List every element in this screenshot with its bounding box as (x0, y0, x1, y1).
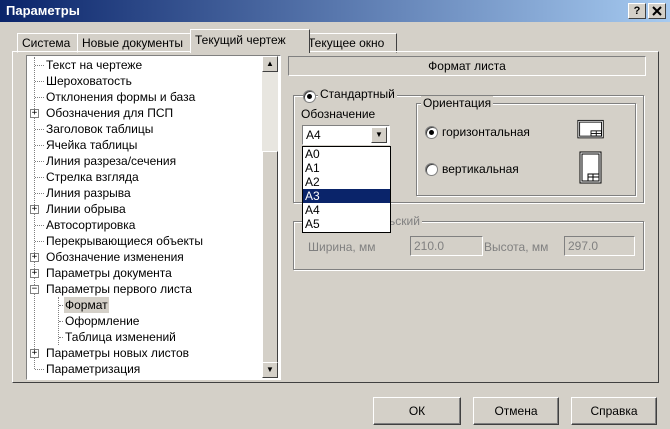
tree-item[interactable]: Автосортировка (46, 217, 135, 233)
scroll-down-arrow-icon[interactable]: ▼ (262, 362, 278, 378)
width-label: Ширина, мм (308, 240, 376, 254)
tree-item[interactable]: Текст на чертеже (46, 57, 142, 73)
tree-item[interactable]: Обозначения для ПСП (46, 105, 173, 121)
tree-item[interactable]: Линия разреза/сечения (46, 153, 176, 169)
tree-item[interactable]: Линия разрыва (46, 185, 131, 201)
tree-line (59, 337, 63, 338)
tree-item[interactable]: Параметризация (46, 361, 140, 377)
tree-line (35, 81, 44, 82)
tree-line (35, 177, 44, 178)
tree-line (35, 145, 44, 146)
landscape-sheet-icon (577, 116, 605, 147)
tree-item[interactable]: Линии обрыва (46, 201, 126, 217)
tree-item-selected[interactable]: Формат (64, 297, 109, 313)
collapse-minus-icon[interactable]: − (30, 285, 39, 294)
tree-item[interactable]: Стрелка взгляда (46, 169, 139, 185)
tree-line (59, 305, 63, 306)
standard-radio[interactable] (303, 90, 316, 103)
panel-header: Формат листа (288, 56, 646, 76)
tree-item[interactable]: Оформление (65, 313, 139, 329)
tab-current-window[interactable]: Текущее окно (303, 33, 397, 53)
tree-item[interactable]: Параметры документа (46, 265, 172, 281)
dropdown-option[interactable]: А0 (303, 147, 390, 161)
width-field[interactable]: 210.0 (410, 236, 483, 256)
cancel-button[interactable]: Отмена (473, 397, 559, 425)
designation-label: Обозначение (301, 107, 376, 121)
tree-item[interactable]: Перекрывающиеся объекты (46, 233, 203, 249)
height-field[interactable]: 297.0 (564, 236, 635, 256)
dropdown-option[interactable]: А5 (303, 217, 390, 231)
tree-line (35, 193, 44, 194)
close-button[interactable] (648, 3, 666, 19)
tab-system[interactable]: Система (17, 33, 84, 53)
dropdown-option[interactable]: А2 (303, 175, 390, 189)
designation-value: А4 (306, 128, 321, 142)
tab-current-drawing[interactable]: Текущий чертеж (190, 29, 310, 53)
tree-item[interactable]: Шероховатость (46, 73, 132, 89)
tree-item[interactable]: Отклонения формы и база (46, 89, 195, 105)
expand-plus-icon[interactable]: + (30, 253, 39, 262)
scrollbar-thumb[interactable] (262, 151, 278, 363)
tree-line (35, 241, 44, 242)
tree-item[interactable]: Параметры первого листа (46, 281, 192, 297)
dropdown-option[interactable]: А1 (303, 161, 390, 175)
height-label: Высота, мм (484, 240, 549, 254)
chevron-down-icon[interactable]: ▼ (371, 127, 387, 143)
tree-item[interactable]: Ячейка таблицы (46, 137, 137, 153)
title-bar[interactable] (0, 0, 670, 22)
tree-line (35, 97, 44, 98)
vertical-radio[interactable] (425, 163, 438, 176)
dropdown-option-highlighted[interactable]: А3 (303, 189, 390, 203)
tab-new-documents[interactable]: Новые документы (77, 33, 198, 53)
ok-button[interactable]: ОК (373, 397, 461, 425)
portrait-sheet-icon (578, 151, 604, 188)
help-button[interactable]: Справка (571, 397, 657, 425)
tree-line (35, 225, 44, 226)
horizontal-radio[interactable] (425, 126, 438, 139)
expand-plus-icon[interactable]: + (30, 349, 39, 358)
tree-item[interactable]: Таблица изменений (65, 329, 176, 345)
tree-line (35, 129, 44, 130)
close-icon (652, 6, 662, 16)
window-title: Параметры (6, 3, 80, 18)
orientation-title: Ориентация (421, 96, 494, 110)
help-title-button[interactable]: ? (628, 3, 646, 19)
expand-plus-icon[interactable]: + (30, 205, 39, 214)
designation-select[interactable]: А4 ▼ (302, 125, 390, 145)
tree-line (35, 369, 44, 370)
scroll-up-arrow-icon[interactable]: ▲ (262, 56, 278, 72)
tree-line (35, 65, 44, 66)
tree-line (59, 321, 63, 322)
tree-line (35, 161, 44, 162)
expand-plus-icon[interactable]: + (30, 109, 39, 118)
tree-item[interactable]: Обозначение изменения (46, 249, 184, 265)
tree-item[interactable]: Параметры новых листов (46, 345, 189, 361)
dropdown-option[interactable]: А4 (303, 203, 390, 217)
tree-item[interactable]: Заголовок таблицы (46, 121, 153, 137)
standard-radio-label: Стандартный (318, 87, 397, 101)
vertical-label: вертикальная (442, 162, 519, 176)
designation-dropdown-list[interactable]: А0 А1 А2 А3 А4 А5 (302, 146, 391, 233)
tree-content: Текст на чертеже Шероховатость Отклонени… (28, 57, 262, 377)
horizontal-label: горизонтальная (442, 125, 530, 139)
expand-plus-icon[interactable]: + (30, 269, 39, 278)
